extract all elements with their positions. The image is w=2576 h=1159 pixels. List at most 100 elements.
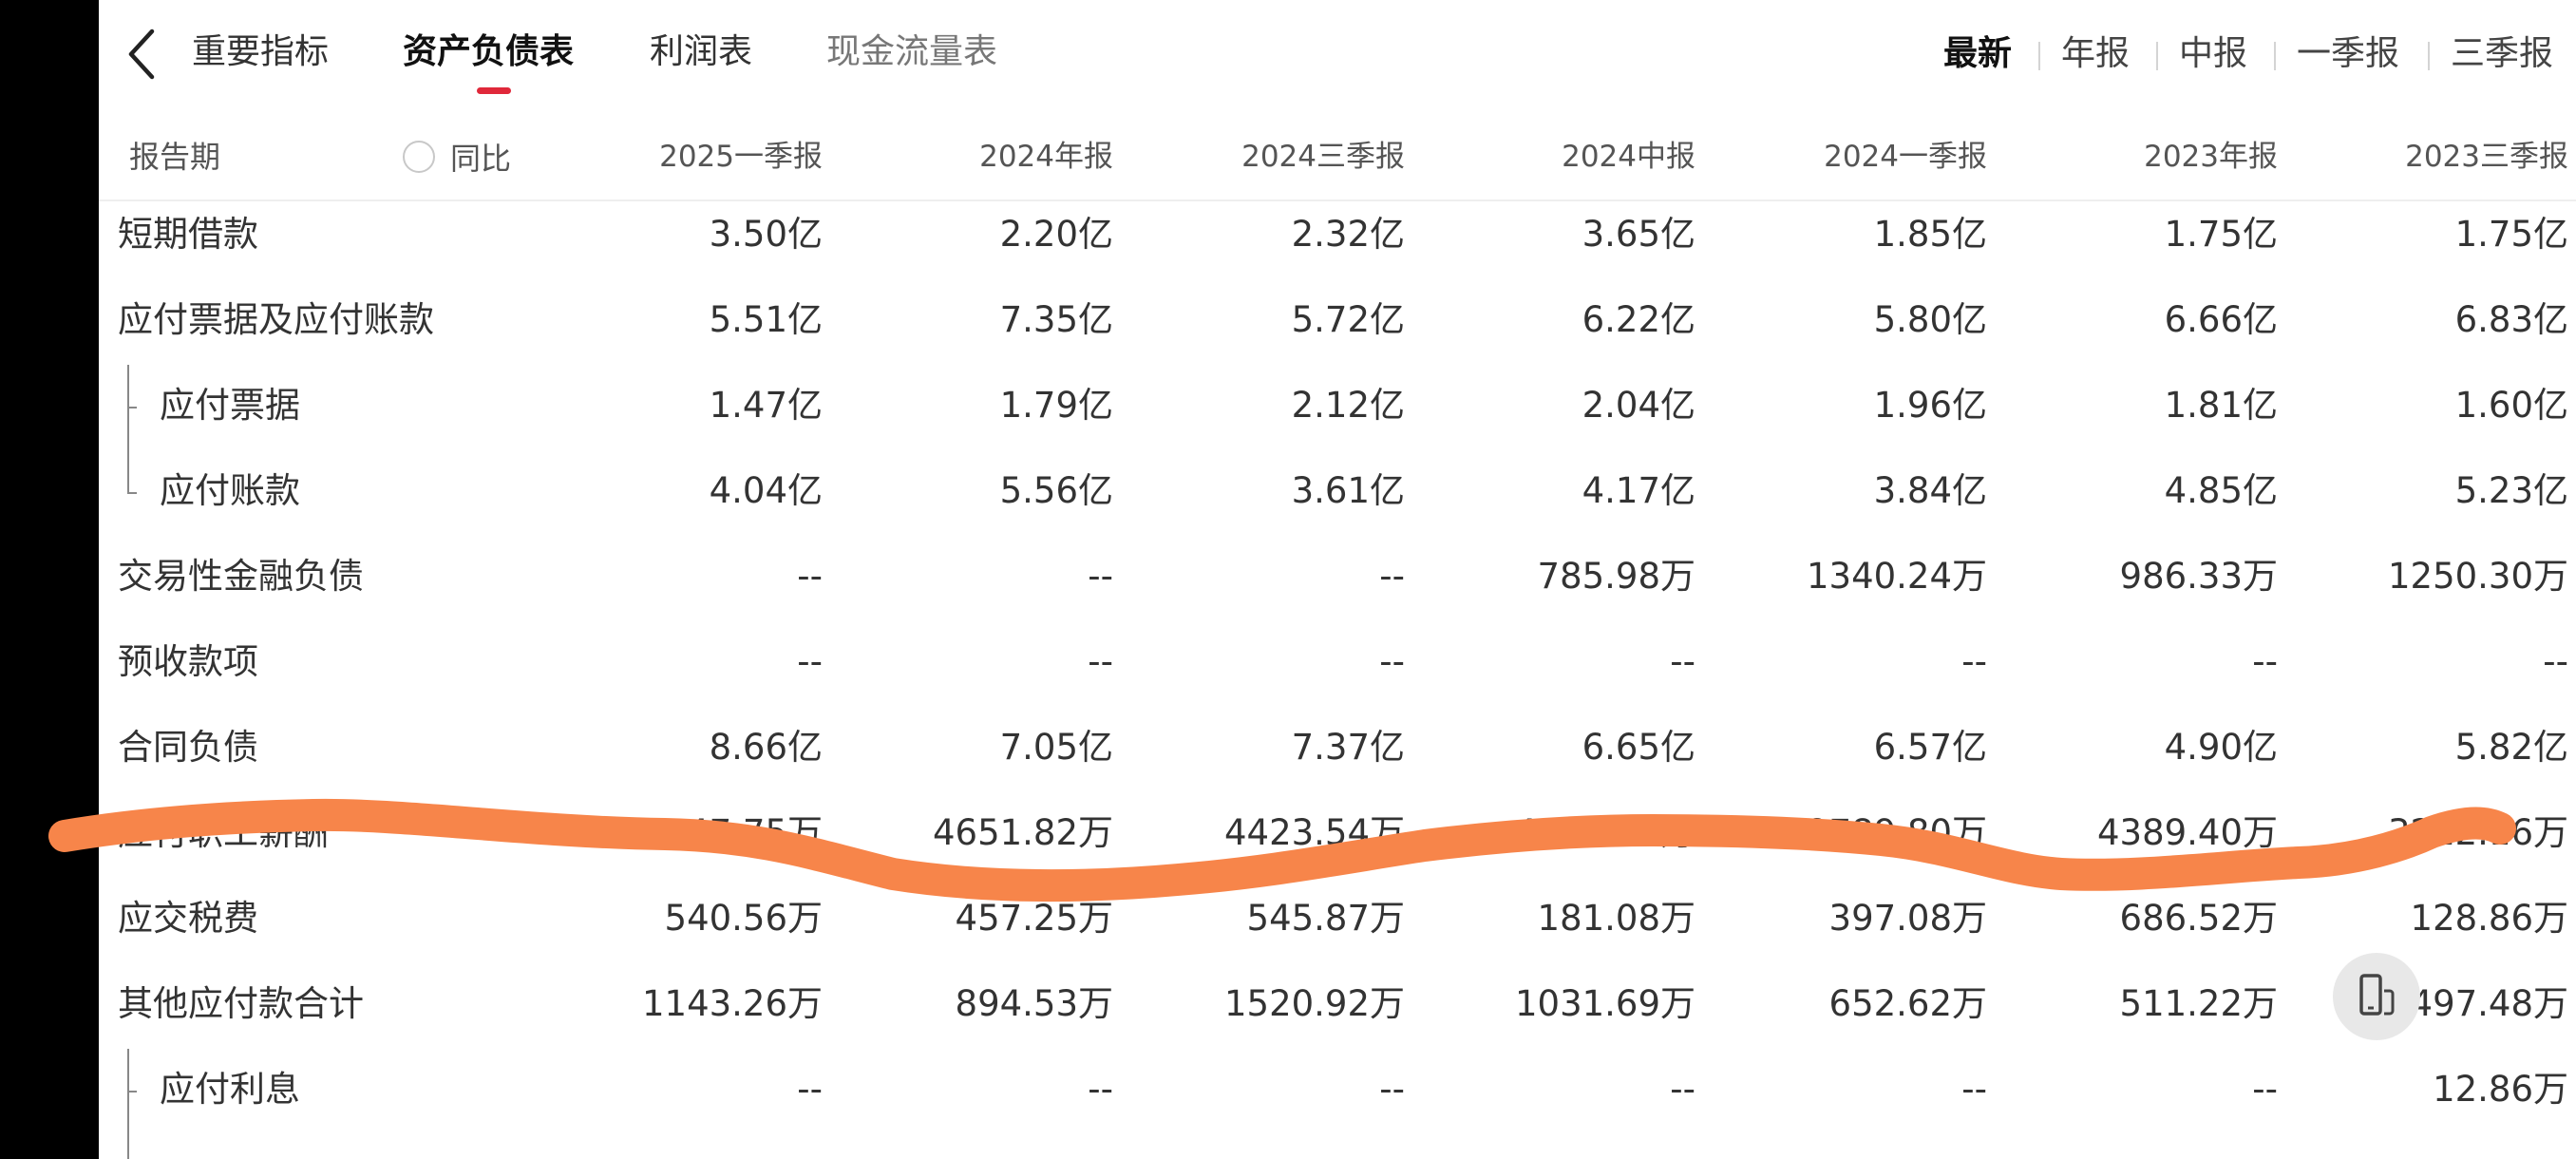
active-tab-indicator — [477, 87, 511, 94]
cell-value: 5.51亿 — [709, 299, 823, 340]
cell-value: 1520.92万 — [1223, 983, 1405, 1024]
tab-key-indicators[interactable]: 重要指标 — [192, 28, 329, 76]
cell-value: 545.87万 — [1246, 898, 1405, 939]
cell-value: 3.65亿 — [1582, 214, 1695, 255]
table-row[interactable]: 其他应付款合计 1143.26万 894.53万 1520.92万 1031.6… — [99, 961, 2576, 1047]
cell-value: -- — [1670, 641, 1695, 682]
report-period-label: 报告期 — [129, 139, 221, 175]
cell-value: 511.22万 — [2119, 983, 2278, 1024]
chevron-left-icon — [128, 28, 155, 80]
cell-value: 652.62万 — [1828, 983, 1987, 1024]
cell-value: 2.32亿 — [1291, 214, 1405, 255]
rotate-screen-button[interactable] — [2333, 953, 2420, 1040]
cell-value: 4.17亿 — [1582, 470, 1695, 511]
column-header[interactable]: 2023三季报 — [2283, 135, 2568, 179]
cell-value: 4034.77万 — [1514, 812, 1695, 853]
tab-balance-sheet[interactable]: 资产负债表 — [403, 28, 574, 76]
cell-value: -- — [1670, 1069, 1695, 1110]
cell-value: 7.37亿 — [1291, 727, 1405, 768]
row-label: 短期借款 — [118, 214, 258, 255]
table-row[interactable]: 合同负债 8.66亿 7.05亿 7.37亿 6.65亿 6.57亿 4.90亿… — [99, 705, 2576, 790]
cell-value: 6.83亿 — [2454, 299, 2568, 340]
table-row[interactable]: 短期借款 3.50亿 2.20亿 2.32亿 3.65亿 1.85亿 1.75亿… — [99, 192, 2576, 277]
cell-value: -- — [1379, 556, 1405, 597]
cell-value: 986.33万 — [2119, 556, 2278, 597]
cell-value: -- — [797, 1069, 823, 1110]
period-annual[interactable]: 年报 — [2061, 30, 2130, 78]
tree-connector — [127, 1049, 129, 1159]
back-button[interactable] — [118, 21, 165, 87]
table-row[interactable]: 交易性金融负债 -- -- -- 785.98万 1340.24万 986.33… — [99, 534, 2576, 619]
table-row[interactable]: 应交税费 540.56万 457.25万 545.87万 181.08万 397… — [99, 876, 2576, 961]
tab-income-statement[interactable]: 利润表 — [650, 28, 752, 76]
period-divider — [2428, 42, 2430, 70]
cell-value: -- — [1088, 556, 1113, 597]
column-header[interactable]: 2024三季报 — [1120, 135, 1405, 179]
cell-value: 1.81亿 — [2164, 385, 2278, 426]
column-header[interactable]: 2024年报 — [828, 135, 1113, 179]
cell-value: 3.50亿 — [709, 214, 823, 255]
cell-value: 5.56亿 — [999, 470, 1113, 511]
cell-value: 397.08万 — [1828, 898, 1987, 939]
yoy-toggle[interactable]: 同比 — [403, 133, 511, 180]
cell-value: 1.60亿 — [2454, 385, 2568, 426]
cell-value: 8.66亿 — [709, 727, 823, 768]
cell-value: 1031.69万 — [1514, 983, 1695, 1024]
row-label: 应付票据 — [160, 385, 300, 426]
cell-value: 5.23亿 — [2454, 470, 2568, 511]
cell-value: 3.61亿 — [1291, 470, 1405, 511]
cell-value: 128.86万 — [2410, 898, 2568, 939]
column-header[interactable]: 2024中报 — [1411, 135, 1695, 179]
row-label: 应付利息 — [160, 1069, 300, 1110]
radio-circle-icon — [403, 141, 435, 173]
cell-value: 4389.40万 — [2096, 812, 2278, 853]
cell-value: 7.05亿 — [999, 727, 1113, 768]
cell-value: -- — [1379, 641, 1405, 682]
cell-value: 4.90亿 — [2164, 727, 2278, 768]
cell-value: 457.25万 — [955, 898, 1113, 939]
cell-value: 181.08万 — [1537, 898, 1695, 939]
cell-value: 3147.75万 — [641, 812, 823, 853]
cell-value: -- — [1961, 1069, 1987, 1110]
cell-value: 6.66亿 — [2164, 299, 2278, 340]
cell-value: -- — [1088, 1069, 1113, 1110]
column-header[interactable]: 2023年报 — [1993, 135, 2278, 179]
tab-cash-flow[interactable]: 现金流量表 — [826, 28, 997, 76]
cell-value: 4.04亿 — [709, 470, 823, 511]
tree-connector — [127, 492, 137, 494]
cell-value: 1340.24万 — [1806, 556, 1987, 597]
period-q1[interactable]: 一季报 — [2297, 30, 2399, 78]
table-row[interactable]: 预收款项 -- -- -- -- -- -- -- — [99, 619, 2576, 705]
cell-value: 1.47亿 — [709, 385, 823, 426]
cell-value: 7.35亿 — [999, 299, 1113, 340]
cell-value: 6.57亿 — [1873, 727, 1987, 768]
table-row[interactable]: 应付利息 -- -- -- -- -- -- 12.86万 — [99, 1047, 2576, 1132]
table-row[interactable]: 应付账款 4.04亿 5.56亿 3.61亿 4.17亿 3.84亿 4.85亿… — [99, 448, 2576, 534]
cell-value: 497.48万 — [2410, 983, 2568, 1024]
cell-value: 2.04亿 — [1582, 385, 1695, 426]
row-label: 应付账款 — [160, 470, 300, 511]
column-header[interactable]: 2024一季报 — [1702, 135, 1987, 179]
cell-value: 1.75亿 — [2164, 214, 2278, 255]
tree-connector — [127, 407, 137, 408]
top-navigation: 重要指标 资产负债表 利润表 现金流量表 最新 年报 中报 一季报 三季报 — [99, 0, 2576, 114]
table-row[interactable]: 应付职工薪酬 3147.75万 4651.82万 4423.54万 4034.7… — [99, 790, 2576, 876]
period-q3[interactable]: 三季报 — [2451, 30, 2553, 78]
cell-value: 3212.16万 — [2387, 812, 2568, 853]
period-interim[interactable]: 中报 — [2179, 30, 2247, 78]
cell-value: 6.65亿 — [1582, 727, 1695, 768]
table-row[interactable]: 应付票据 1.47亿 1.79亿 2.12亿 2.04亿 1.96亿 1.81亿… — [99, 363, 2576, 448]
cell-value: -- — [1961, 641, 1987, 682]
period-latest[interactable]: 最新 — [1943, 30, 2012, 78]
row-label: 合同负债 — [118, 727, 258, 768]
balance-sheet-screen: 重要指标 资产负债表 利润表 现金流量表 最新 年报 中报 一季报 三季报 报告… — [99, 0, 2576, 1159]
table-row[interactable]: 应付票据及应付账款 5.51亿 7.35亿 5.72亿 6.22亿 5.80亿 … — [99, 277, 2576, 363]
cell-value: 5.82亿 — [2454, 727, 2568, 768]
cell-value: 12.86万 — [2433, 1069, 2568, 1110]
cell-value: 4423.54万 — [1223, 812, 1405, 853]
cell-value: 2.20亿 — [999, 214, 1113, 255]
phone-rotate-icon — [2359, 974, 2395, 1016]
row-label: 应交税费 — [118, 898, 258, 939]
column-header[interactable]: 2025一季报 — [538, 135, 823, 179]
cell-value: -- — [2252, 1069, 2278, 1110]
